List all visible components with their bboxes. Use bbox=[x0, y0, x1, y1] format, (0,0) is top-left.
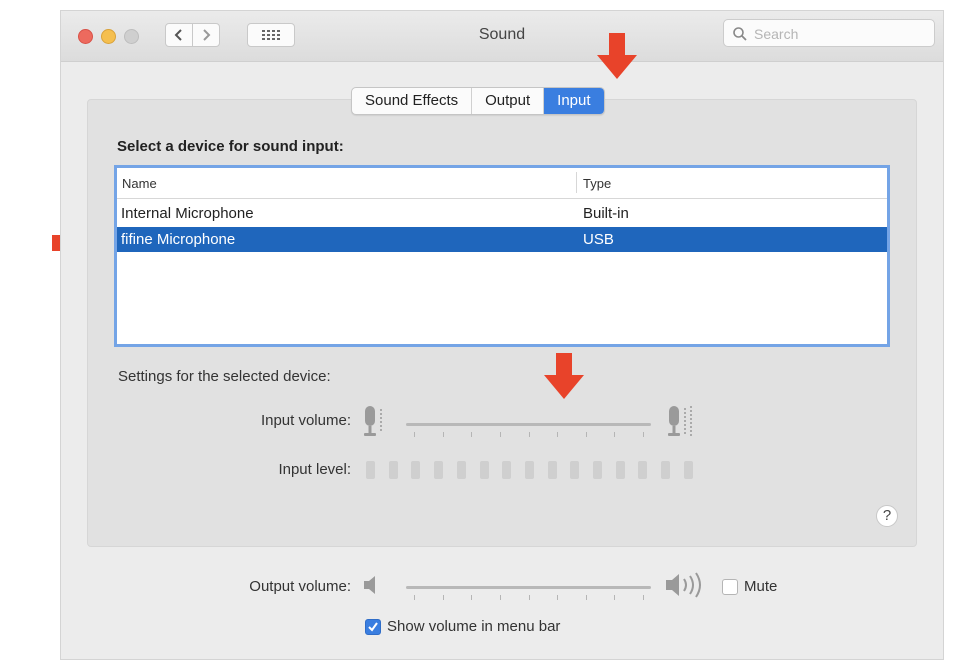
tab-input[interactable]: Input bbox=[544, 88, 604, 114]
device-name: Internal Microphone bbox=[121, 205, 254, 222]
level-segment bbox=[456, 461, 466, 479]
level-segment bbox=[638, 461, 648, 479]
search-placeholder: Search bbox=[754, 26, 799, 42]
input-volume-slider[interactable] bbox=[406, 417, 651, 441]
table-row[interactable]: Internal Microphone Built-in bbox=[117, 201, 887, 226]
column-header-name[interactable]: Name bbox=[122, 176, 157, 191]
speaker-high-icon bbox=[666, 572, 701, 598]
level-segment bbox=[661, 461, 671, 479]
speaker-low-icon bbox=[364, 576, 375, 594]
level-segment bbox=[411, 461, 421, 479]
slider-tick bbox=[614, 432, 615, 437]
slider-tick bbox=[414, 432, 415, 437]
checkmark-icon bbox=[368, 622, 378, 632]
slider-tick bbox=[500, 595, 501, 600]
output-volume-track bbox=[406, 586, 651, 589]
column-divider bbox=[576, 172, 577, 193]
help-button[interactable]: ? bbox=[876, 505, 898, 527]
level-segment bbox=[366, 461, 375, 479]
input-volume-label: Input volume: bbox=[260, 412, 351, 429]
show-volume-checkbox[interactable] bbox=[365, 619, 381, 635]
slider-tick bbox=[643, 432, 644, 437]
output-volume-label: Output volume: bbox=[249, 578, 351, 595]
tab-sound-effects[interactable]: Sound Effects bbox=[352, 88, 473, 114]
tab-bar: Sound Effects Output Input bbox=[351, 87, 605, 115]
tab-output[interactable]: Output bbox=[472, 88, 545, 114]
slider-tick bbox=[471, 432, 472, 437]
red-arrow-icon bbox=[597, 33, 637, 79]
settings-heading: Settings for the selected device: bbox=[118, 368, 331, 385]
slider-tick bbox=[614, 595, 615, 600]
level-segment bbox=[479, 461, 489, 479]
table-header: Name Type bbox=[117, 168, 887, 199]
red-arrow-icon bbox=[544, 353, 584, 399]
level-segment bbox=[593, 461, 602, 479]
output-volume-slider[interactable] bbox=[406, 582, 651, 606]
microphone-low-icon bbox=[364, 406, 382, 436]
microphone-high-icon bbox=[668, 406, 692, 436]
slider-tick bbox=[529, 595, 530, 600]
slider-tick bbox=[557, 432, 558, 437]
slider-tick bbox=[557, 595, 558, 600]
slider-tick bbox=[414, 595, 415, 600]
level-segment bbox=[502, 461, 512, 479]
slider-tick bbox=[500, 432, 501, 437]
input-device-table[interactable]: Name Type Internal Microphone Built-in f… bbox=[114, 165, 890, 347]
slider-tick bbox=[443, 595, 444, 600]
slider-tick bbox=[643, 595, 644, 600]
slider-tick bbox=[586, 432, 587, 437]
level-segment bbox=[570, 461, 580, 479]
slider-tick bbox=[471, 595, 472, 600]
device-list-heading: Select a device for sound input: bbox=[117, 138, 344, 155]
device-type: USB bbox=[583, 231, 614, 248]
level-segment bbox=[524, 461, 534, 479]
column-header-type[interactable]: Type bbox=[583, 176, 611, 191]
title-bar: Sound Search bbox=[61, 11, 943, 62]
level-segment bbox=[547, 461, 557, 479]
sound-preferences-window: Sound Search Sound Effects Output Input … bbox=[60, 10, 944, 660]
slider-tick bbox=[443, 432, 444, 437]
table-row-selected[interactable]: fifine Microphone USB bbox=[117, 227, 887, 252]
mute-checkbox[interactable] bbox=[722, 579, 738, 595]
input-volume-track bbox=[406, 423, 651, 426]
mute-label: Mute bbox=[744, 578, 778, 595]
device-type: Built-in bbox=[583, 205, 629, 222]
show-volume-label: Show volume in menu bar bbox=[387, 618, 561, 635]
device-name: fifine Microphone bbox=[121, 231, 236, 248]
level-segment bbox=[434, 461, 444, 479]
slider-tick bbox=[586, 595, 587, 600]
slider-tick bbox=[529, 432, 530, 437]
search-icon bbox=[733, 27, 747, 41]
level-segment bbox=[388, 461, 398, 479]
level-segment bbox=[615, 461, 625, 479]
level-segment bbox=[683, 461, 693, 479]
search-field[interactable]: Search bbox=[723, 19, 935, 47]
input-level-label: Input level: bbox=[278, 461, 351, 478]
